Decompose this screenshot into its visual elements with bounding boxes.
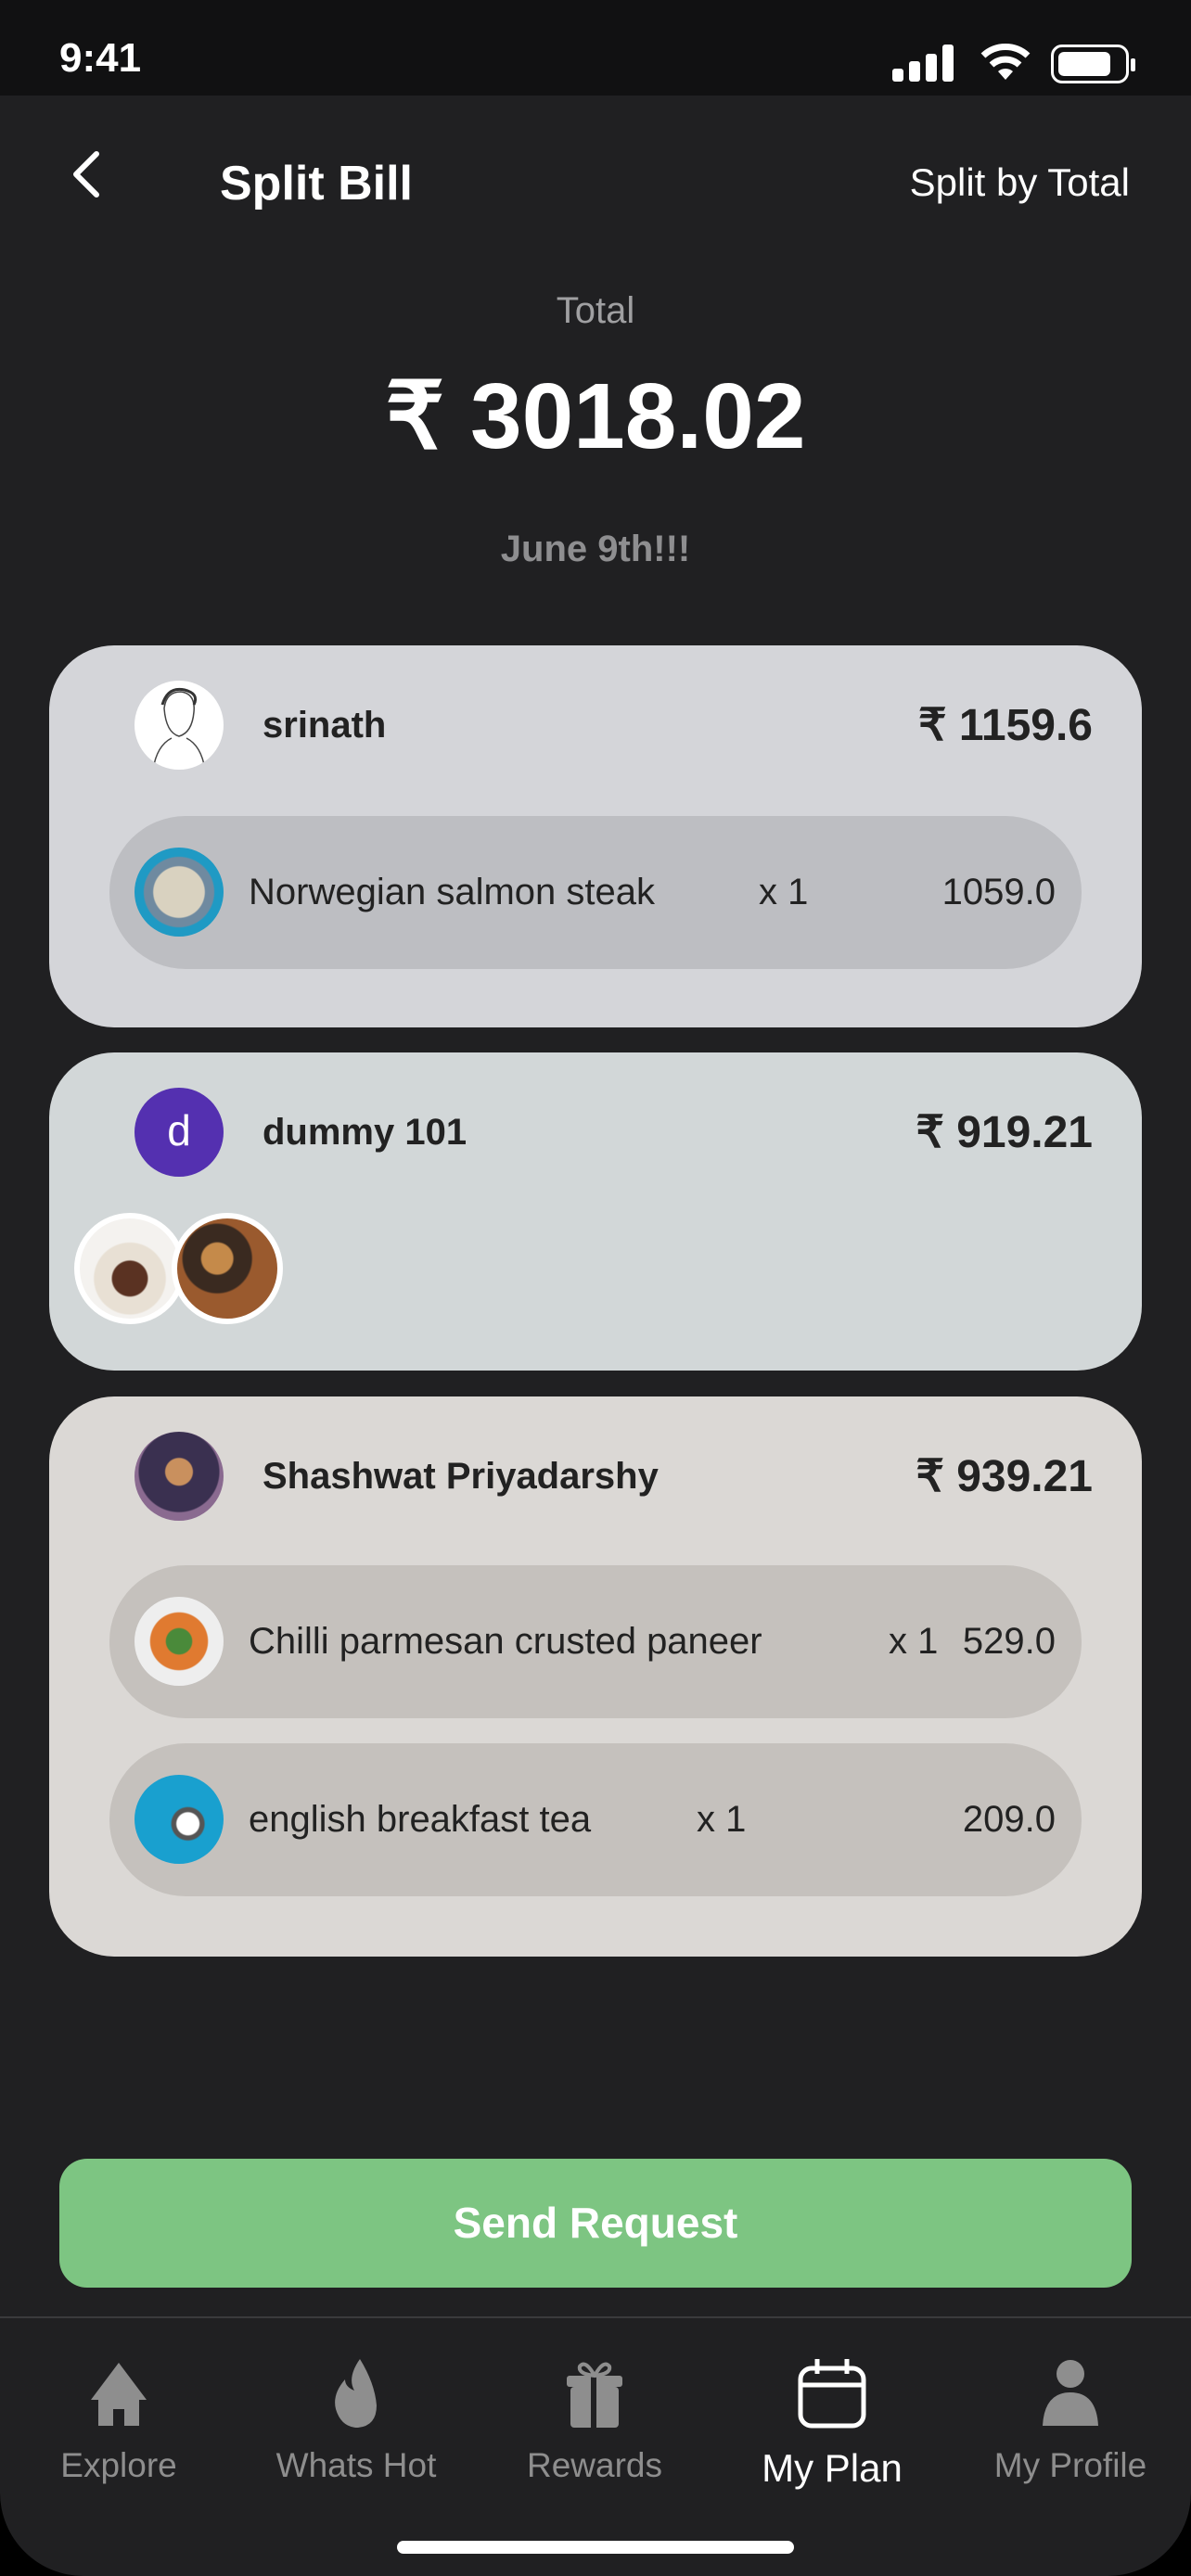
nav-my-profile[interactable]: My Profile <box>978 2355 1163 2485</box>
participant-amount: ₹ 939.21 <box>916 1452 1093 1501</box>
avatar <box>134 681 224 770</box>
home-indicator[interactable] <box>397 2541 794 2554</box>
home-icon <box>91 2363 147 2426</box>
participant-name: Shashwat Priyadarshy <box>263 1456 659 1497</box>
food-thumbnail <box>172 1213 283 1324</box>
calendar-icon <box>798 2359 866 2429</box>
item-quantity: x 1 <box>759 872 809 912</box>
gift-icon <box>567 2362 622 2428</box>
participant-amount: ₹ 919.21 <box>916 1108 1093 1157</box>
status-time: 9:41 <box>59 35 142 81</box>
nav-label: Explore <box>60 2446 177 2484</box>
food-thumbnail <box>134 1597 224 1686</box>
send-request-button[interactable]: Send Request <box>59 2159 1132 2288</box>
person-icon <box>1043 2360 1098 2426</box>
item-quantity: x 1 <box>697 1799 747 1840</box>
split-bill-screen: 9:41 Split Bill Split by Total Total ₹ 3… <box>0 0 1191 2576</box>
nav-rewards[interactable]: Rewards <box>502 2355 687 2485</box>
item-price: 529.0 <box>962 1621 1056 1662</box>
food-thumbnail <box>74 1213 186 1324</box>
participant-name: dummy 101 <box>263 1112 467 1153</box>
item-price: 1059.0 <box>941 872 1056 912</box>
nav-label: My Profile <box>993 2446 1147 2484</box>
nav-my-plan[interactable]: My Plan <box>739 2355 925 2491</box>
avatar <box>134 1432 224 1521</box>
food-thumbnail <box>134 848 224 937</box>
back-icon[interactable] <box>61 147 117 202</box>
participant-amount: ₹ 1159.6 <box>917 701 1093 750</box>
item-name: Chilli parmesan crusted paneer <box>249 1621 762 1662</box>
nav-label: My Plan <box>762 2446 903 2490</box>
page-title: Split Bill <box>220 157 413 210</box>
food-thumbnail <box>134 1775 224 1864</box>
bill-item[interactable]: english breakfast tea x 1 209.0 <box>109 1743 1082 1896</box>
split-by-total-button[interactable]: Split by Total <box>910 160 1130 205</box>
item-quantity: x 1 <box>889 1621 939 1662</box>
item-name: Norwegian salmon steak <box>249 872 655 912</box>
signal-icon <box>892 43 954 82</box>
flame-icon <box>335 2359 377 2428</box>
battery-icon <box>1051 45 1135 83</box>
bill-note: June 9th!!! <box>500 529 691 569</box>
wifi-icon <box>980 44 1031 80</box>
bill-item[interactable]: Norwegian salmon steak x 1 1059.0 <box>109 816 1082 969</box>
nav-divider <box>0 2316 1191 2318</box>
participant-card[interactable]: d dummy 101 ₹ 919.21 <box>49 1052 1142 1371</box>
nav-label: Whats Hot <box>275 2446 437 2484</box>
nav-label: Rewards <box>527 2446 662 2484</box>
avatar: d <box>134 1088 224 1177</box>
item-name: english breakfast tea <box>249 1799 592 1840</box>
bill-item[interactable]: Chilli parmesan crusted paneer x 1 529.0 <box>109 1565 1082 1718</box>
total-label: Total <box>556 290 635 331</box>
nav-whats-hot[interactable]: Whats Hot <box>263 2355 449 2485</box>
nav-explore[interactable]: Explore <box>26 2355 211 2485</box>
participant-card[interactable]: srinath ₹ 1159.6 Norwegian salmon steak … <box>49 645 1142 1027</box>
item-price: 209.0 <box>962 1799 1056 1840</box>
participant-name: srinath <box>263 705 387 746</box>
participant-card[interactable]: Shashwat Priyadarshy ₹ 939.21 Chilli par… <box>49 1396 1142 1957</box>
status-bar: 9:41 <box>0 0 1191 96</box>
total-amount: ₹ 3018.02 <box>385 364 806 468</box>
